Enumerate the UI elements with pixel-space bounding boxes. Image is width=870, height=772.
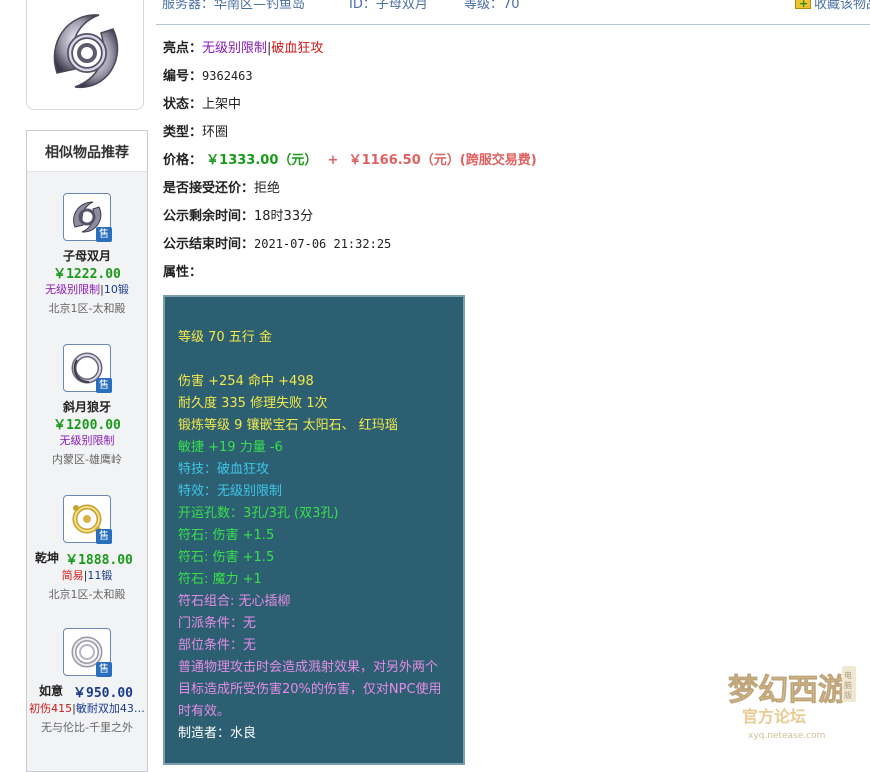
remaining-time-row: 公示剩余时间：18时33分	[163, 205, 313, 224]
item-thumbnail	[26, 0, 144, 110]
sell-badge: 售	[96, 378, 112, 393]
recommended-item-icon[interactable]: 售	[63, 344, 112, 393]
sidebar-title: 相似物品推荐	[27, 131, 147, 172]
attr-maker: 制造者：水良	[178, 726, 257, 741]
item-header-bar: 服务器：华南区—钓鱼岛 ID：子母双月 等级：70 收藏该物品	[156, 0, 870, 25]
attr-spacer	[178, 349, 463, 371]
sell-badge: 售	[96, 227, 112, 242]
price-row: 价格： ￥1333.00（元） + ￥1166.50（元）(跨服交易费)	[163, 149, 537, 168]
attr-rune-combo: 符石组合: 无心插柳	[178, 594, 291, 609]
recommended-item[interactable]: 售 斜月狼牙 ￥1200.00 无级别限制 内蒙区-雄鹰岭	[27, 344, 147, 468]
tag: 初伤415	[29, 702, 73, 715]
tag: 11锻	[87, 569, 113, 582]
highlight-no-level-limit: 无级别限制	[202, 41, 268, 56]
number-row: 编号：9362463	[163, 65, 253, 84]
remaining-time-label: 公示剩余时间：	[163, 209, 255, 224]
tag: 10锻	[103, 283, 129, 296]
similar-items-sidebar: 相似物品推荐 售 子母双月 ￥1222.00 无级别限制|10锻 北京1区-太和…	[26, 130, 148, 772]
tag: 敏耐双加43…	[75, 702, 145, 715]
recommended-item-server: 内蒙区-雄鹰岭	[52, 453, 122, 466]
level-label: 等级：70	[464, 0, 520, 12]
recommended-item-server: 无与伦比-千里之外	[41, 721, 133, 734]
tag: 无级别限制	[59, 434, 115, 447]
attributes-row: 属性：	[163, 261, 202, 280]
recommended-item[interactable]: 售 子母双月 ￥1222.00 无级别限制|10锻 北京1区-太和殿	[27, 193, 147, 317]
price-plus: +	[327, 153, 339, 168]
recommended-item-tags: 初伤415|敏耐双加43…	[27, 700, 147, 718]
attr-combo-description: 普通物理攻击时会造成溅射效果，对另外两个目标造成所受伤害20%的伤害，仅对NPC…	[178, 660, 442, 719]
recommended-item-name[interactable]: 斜月狼牙	[27, 398, 147, 414]
type-label: 类型：	[163, 125, 203, 140]
number-value: 9362463	[202, 69, 253, 83]
svg-text:电: 电	[844, 670, 852, 680]
game-logo: 梦幻西游 电 脑 版 官方论坛 xyq.netease.com	[728, 666, 856, 741]
price-label: 价格：	[163, 153, 203, 168]
remaining-time-value: 18时33分	[254, 209, 314, 224]
highlight-skill: 破血狂攻	[271, 41, 324, 56]
cross-server-fee: ￥1166.50（元）(跨服交易费)	[348, 153, 537, 168]
favorite-label: 收藏该物品	[814, 0, 870, 12]
recommended-item[interactable]: 售 如意 ￥950.00 初伤415|敏耐双加43… 无与伦比-千里之外	[27, 628, 147, 736]
recommended-item-server: 北京1区-太和殿	[48, 588, 126, 601]
recommended-item-price: ￥1222.00	[53, 267, 121, 282]
attr-level-element: 等级 70 五行 金	[178, 330, 272, 345]
recommended-item-price: ￥1200.00	[53, 418, 121, 433]
tag: 无级别限制	[45, 283, 101, 296]
svg-text:官方论坛: 官方论坛	[742, 707, 806, 726]
price-value: ￥1333.00（元）	[206, 153, 318, 168]
attr-forge-gems: 锻炼等级 9 镶嵌宝石 太阳石、 红玛瑙	[178, 418, 398, 433]
attr-agility-strength: 敏捷 +19 力量 -6	[178, 440, 283, 455]
recommended-item-tags: 无级别限制	[27, 432, 147, 450]
attr-rune-2: 符石: 伤害 +1.5	[178, 550, 275, 565]
type-row: 类型：环圈	[163, 121, 228, 140]
end-time-row: 公示结束时间：2021-07-06 21:32:25	[163, 233, 391, 252]
bargain-row: 是否接受还价：拒绝	[163, 177, 280, 196]
recommended-item[interactable]: 售 乾坤 ￥1888.00 简易|11锻 北京1区-太和殿	[27, 495, 147, 603]
status-label: 状态：	[163, 97, 203, 112]
svg-text:xyq.netease.com: xyq.netease.com	[748, 731, 825, 741]
bargain-value: 拒绝	[254, 181, 281, 196]
sell-badge: 售	[96, 662, 112, 677]
forum-watermark: 梦幻西游 电 脑 版 官方论坛 xyq.netease.com	[724, 658, 864, 744]
attr-rune-1: 符石: 伤害 +1.5	[178, 528, 275, 543]
add-favorite-icon	[795, 0, 811, 15]
recommended-item-name[interactable]: 子母双月	[27, 247, 147, 263]
end-time-label: 公示结束时间：	[163, 237, 255, 252]
type-value: 环圈	[202, 125, 229, 140]
id-label: ID：子母双月	[349, 0, 428, 12]
end-time-value: 2021-07-06 21:32:25	[254, 237, 392, 251]
ring-item-icon	[53, 14, 119, 88]
svg-text:版: 版	[844, 690, 852, 700]
recommended-item-icon[interactable]: 售	[63, 193, 112, 242]
number-label: 编号：	[163, 69, 203, 84]
attr-special-skill: 特技：破血狂攻	[178, 462, 270, 477]
favorite-button[interactable]: 收藏该物品	[795, 0, 870, 16]
status-value: 上架中	[202, 97, 242, 112]
attr-durability: 耐久度 335 修理失败 1次	[178, 396, 328, 411]
tag: 简易	[61, 569, 84, 582]
recommended-item-icon[interactable]: 售	[63, 628, 112, 677]
status-row: 状态：上架中	[163, 93, 241, 112]
highlights-label: 亮点：	[163, 41, 203, 56]
recommended-item-icon[interactable]: 售	[63, 495, 112, 544]
bargain-label: 是否接受还价：	[163, 181, 255, 196]
attributes-label: 属性：	[163, 265, 203, 280]
server-label: 服务器：华南区—钓鱼岛	[162, 0, 306, 12]
attr-special-effect: 特效：无级别限制	[178, 484, 283, 499]
attr-rune-3: 符石: 魔力 +1	[178, 572, 262, 587]
svg-text:梦幻西游: 梦幻西游	[728, 673, 848, 708]
attr-sect-requirement: 门派条件：无	[178, 616, 257, 631]
recommended-item-server: 北京1区-太和殿	[48, 302, 126, 315]
sell-badge: 售	[96, 529, 112, 544]
attr-damage-hit: 伤害 +254 命中 +498	[178, 374, 314, 389]
attr-slot-requirement: 部位条件：无	[178, 638, 257, 653]
highlights-row: 亮点：无级别限制|破血狂攻	[163, 37, 323, 56]
attr-holes: 开运孔数：3孔/3孔 (双3孔)	[178, 506, 339, 521]
recommended-item-tags: 简易|11锻	[27, 567, 147, 585]
attribute-panel: 等级 70 五行 金 伤害 +254 命中 +498 耐久度 335 修理失败 …	[163, 295, 465, 765]
svg-text:脑: 脑	[844, 680, 852, 690]
recommended-item-tags: 无级别限制|10锻	[27, 281, 147, 299]
